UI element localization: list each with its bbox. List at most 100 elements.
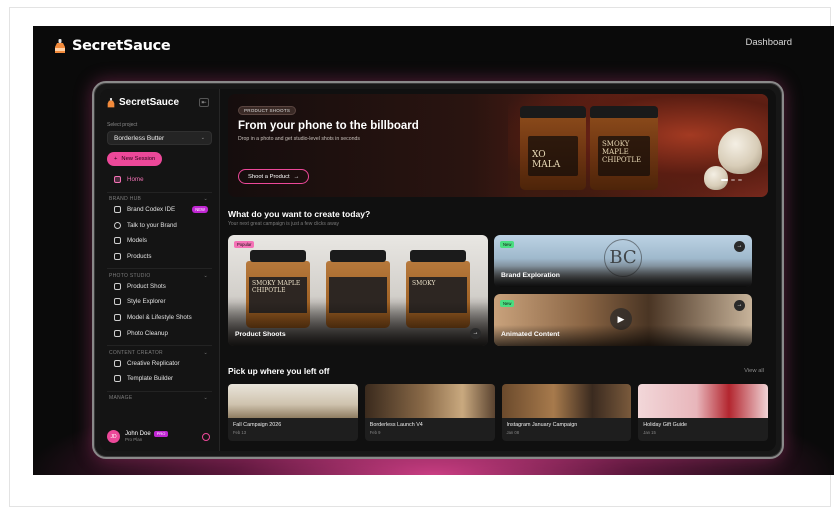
jar-image-right: SMOKY MAPLE CHIPOTLE [590,106,658,190]
hero-section: SecretSauce Dashboard SecretSauce ⇤ Sele… [33,26,834,475]
dashboard-link[interactable]: Dashboard [746,37,792,48]
sauce-bottle-icon [55,38,65,53]
carousel-dot[interactable] [731,179,735,181]
garlic-image [704,166,728,190]
sidebar-item-home[interactable]: Home [107,172,212,188]
card-animated-content[interactable]: ▶ New Animated Content → [494,294,752,346]
sidebar-item-label: Style Explorer [127,298,166,306]
promo-banner: XO MALA SMOKY MAPLE CHIPOTLE PRODUCT SHO… [228,94,768,197]
sidebar-item-label: Talk to your Brand [127,221,177,229]
project-select-value: Borderless Butter [114,134,165,142]
sidebar-item-product-shots[interactable]: Product Shots [107,278,212,294]
recent-project-card[interactable]: Instagram January Campaign Jan 08 [501,384,632,441]
sparkle-icon [114,298,121,306]
sidebar-item-template-builder[interactable]: Template Builder [107,371,212,387]
recent-projects: Fall Campaign 2026 Feb 13 Borderless Lau… [228,384,768,441]
project-name: Holiday Gift Guide [643,422,687,428]
sidebar-section-content-creator[interactable]: CONTENT CREATOR ⌄ [107,345,212,356]
sidebar-item-label: Products [127,253,152,261]
carousel-dot[interactable] [738,179,742,181]
new-session-button[interactable]: + New Session [107,152,163,166]
user-profile[interactable]: JD John Doe PRO Pro Plan [107,430,212,443]
carousel-dots[interactable] [721,179,742,181]
sidebar-logo[interactable]: SecretSauce [107,97,212,108]
section-title: MANAGE [109,395,133,402]
sidebar-item-photo-cleanup[interactable]: Photo Cleanup [107,326,212,342]
chat-icon [114,221,121,229]
sidebar-item-products[interactable]: Products [107,249,212,265]
sidebar-item-label: Creative Replicator [127,359,180,367]
sidebar-section-photo-studio[interactable]: PHOTO STUDIO ⌄ [107,268,212,279]
sidebar-item-brand-codex[interactable]: Brand Codex IDE NEW [107,202,212,218]
sidebar-section-brand-hub[interactable]: BRAND HUB ⌄ [107,191,212,202]
new-badge: NEW [192,205,208,213]
project-name: Fall Campaign 2026 [233,422,282,428]
banner-subtitle: Drop in a photo and get studio-level sho… [238,136,360,142]
card-brand-exploration[interactable]: BC New Brand Exploration → [494,235,752,287]
carousel-dot[interactable] [721,179,728,181]
banner-title: From your phone to the billboard [238,120,419,132]
copy-icon [114,359,121,367]
sidebar-brand-text: SecretSauce [119,97,180,108]
arrow-right-icon[interactable]: → [470,328,481,339]
project-name: Instagram January Campaign [506,422,578,428]
project-thumbnail [501,384,632,418]
arrow-right-icon[interactable]: → [734,300,745,311]
chevron-down-icon: ⌄ [200,135,205,141]
sidebar-item-label: Brand Codex IDE [127,206,176,214]
main-content: XO MALA SMOKY MAPLE CHIPOTLE PRODUCT SHO… [228,94,768,451]
recent-project-card[interactable]: Holiday Gift Guide Jan 15 [638,384,768,441]
collapse-sidebar-icon[interactable]: ⇤ [199,98,209,107]
users-icon [114,237,121,245]
arrow-right-icon: → [293,173,300,180]
cta-label: Shoot a Product [248,173,290,180]
sidebar-item-style-explorer[interactable]: Style Explorer [107,294,212,310]
recent-project-card[interactable]: Borderless Launch V4 Feb 9 [364,384,495,441]
avatar: JD [107,430,120,443]
banner-category-pill: PRODUCT SHOOTS [238,106,297,115]
user-plan: Pro Plan [125,437,143,442]
project-label: Select project [107,122,138,128]
project-date: Feb 9 [369,430,381,435]
app-screen: SecretSauce ⇤ Select project Borderless … [100,89,776,451]
new-tag: New [500,241,515,248]
project-thumbnail [228,384,358,418]
sidebar-item-label: Product Shots [127,282,166,290]
card-title: Product Shoots [235,331,286,338]
sidebar-item-model-lifestyle[interactable]: Model & Lifestyle Shots [107,310,212,326]
sidebar-item-talk-to-brand[interactable]: Talk to your Brand [107,217,212,233]
camera-icon [114,282,121,290]
arrow-right-icon[interactable]: → [734,241,745,252]
project-name: Borderless Launch V4 [369,422,423,428]
sidebar-item-label: Models [127,237,147,245]
status-ring-icon[interactable] [202,433,210,441]
project-date: Jan 15 [643,430,656,435]
sidebar-item-label: Photo Cleanup [127,329,168,337]
recent-project-card[interactable]: Fall Campaign 2026 Feb 13 [228,384,358,441]
header-brand-text: SecretSauce [72,38,171,54]
sidebar-item-label: Model & Lifestyle Shots [127,314,192,322]
card-product-shoots[interactable]: SMOKY MAPLE CHIPOTLE SMOKY Popular Produ… [228,235,488,346]
view-all-link[interactable]: View all [744,368,764,374]
project-thumbnail [638,384,768,418]
sidebar-item-creative-replicator[interactable]: Creative Replicator [107,355,212,371]
project-thumbnail [364,384,495,418]
jar-image-left: XO MALA [520,106,586,190]
project-date: Feb 13 [233,430,247,435]
page-frame: SecretSauce Dashboard SecretSauce ⇤ Sele… [9,7,834,507]
project-date: Jan 08 [506,430,520,435]
sauce-bottle-icon [107,97,115,107]
popular-tag: Popular [234,241,255,248]
new-session-label: New Session [121,156,156,162]
header-logo[interactable]: SecretSauce [54,38,171,54]
shoot-product-button[interactable]: Shoot a Product → [238,169,310,184]
pro-badge: PRO [153,431,169,437]
jar-label: SMOKY MAPLE CHIPOTLE [598,136,650,176]
sidebar-section-manage[interactable]: MANAGE ⌄ [107,390,212,402]
project-select[interactable]: Borderless Butter ⌄ [107,131,212,145]
sidebar-item-models[interactable]: Models [107,233,212,249]
home-icon [114,176,121,184]
chevron-down-icon: ⌄ [203,395,208,402]
sidebar: SecretSauce ⇤ Select project Borderless … [100,89,220,451]
sidebar-item-label: Home [127,176,144,184]
